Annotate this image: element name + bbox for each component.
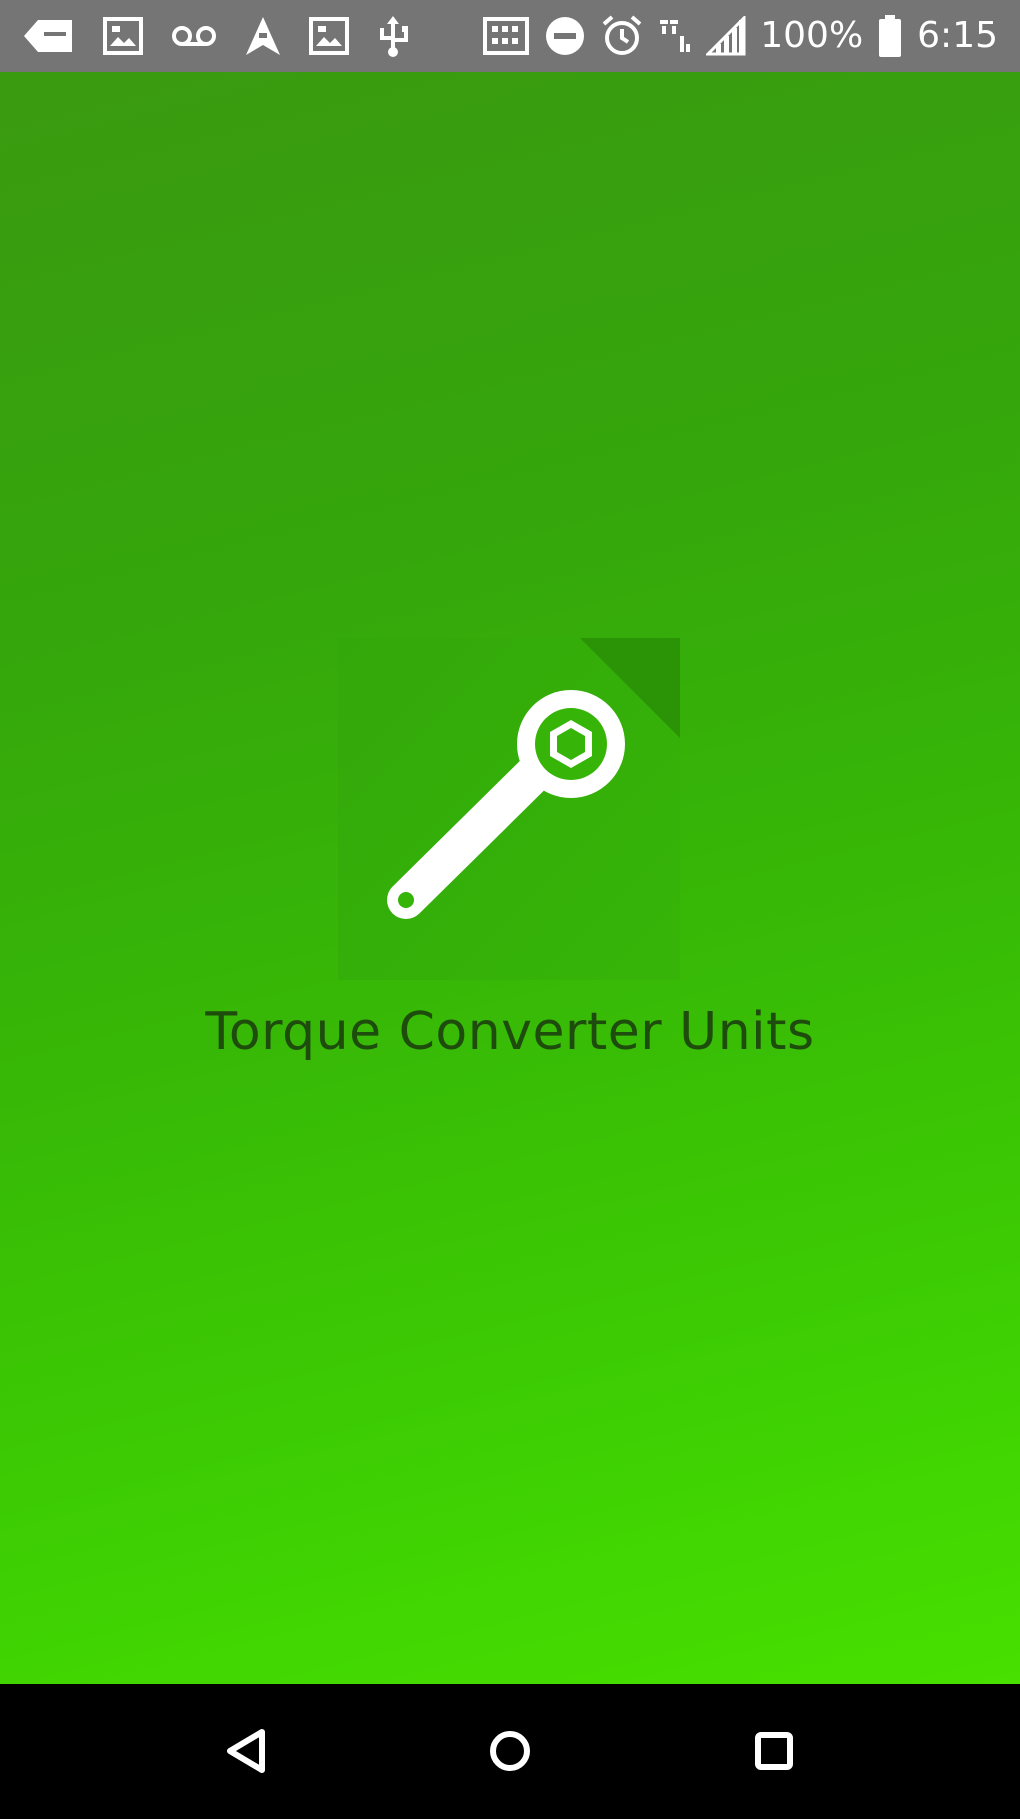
battery-icon bbox=[877, 14, 903, 58]
status-bar: 100% 6:15 bbox=[0, 0, 1020, 72]
alarm-icon bbox=[600, 14, 644, 58]
screen: 100% 6:15 Torque Converter Units bbox=[0, 0, 1020, 1819]
wrench-icon bbox=[338, 638, 680, 980]
battery-percentage: 100% bbox=[760, 15, 864, 56]
usb-icon bbox=[376, 14, 410, 58]
signal-icon bbox=[706, 14, 746, 58]
voicemail-icon bbox=[170, 14, 218, 58]
home-button[interactable] bbox=[473, 1714, 547, 1788]
photo-icon bbox=[102, 14, 144, 58]
recents-icon bbox=[755, 1732, 793, 1770]
do-not-disturb-icon bbox=[544, 14, 586, 58]
notification-tag-icon bbox=[22, 14, 76, 58]
navigation-bar bbox=[0, 1684, 1020, 1819]
back-icon bbox=[227, 1729, 265, 1773]
recents-button[interactable] bbox=[737, 1714, 811, 1788]
splash-screen: Torque Converter Units bbox=[0, 72, 1020, 1684]
status-system: 100% 6:15 bbox=[482, 0, 998, 72]
app-name: Torque Converter Units bbox=[205, 1002, 815, 1062]
navigation-icon bbox=[244, 14, 282, 58]
status-clock: 6:15 bbox=[917, 15, 998, 56]
status-notifications bbox=[22, 0, 410, 72]
home-icon bbox=[490, 1731, 530, 1771]
cast-icon bbox=[482, 14, 530, 58]
wifi-icon bbox=[658, 14, 692, 58]
app-logo bbox=[338, 638, 680, 980]
photo-icon bbox=[308, 14, 350, 58]
back-button[interactable] bbox=[209, 1714, 283, 1788]
